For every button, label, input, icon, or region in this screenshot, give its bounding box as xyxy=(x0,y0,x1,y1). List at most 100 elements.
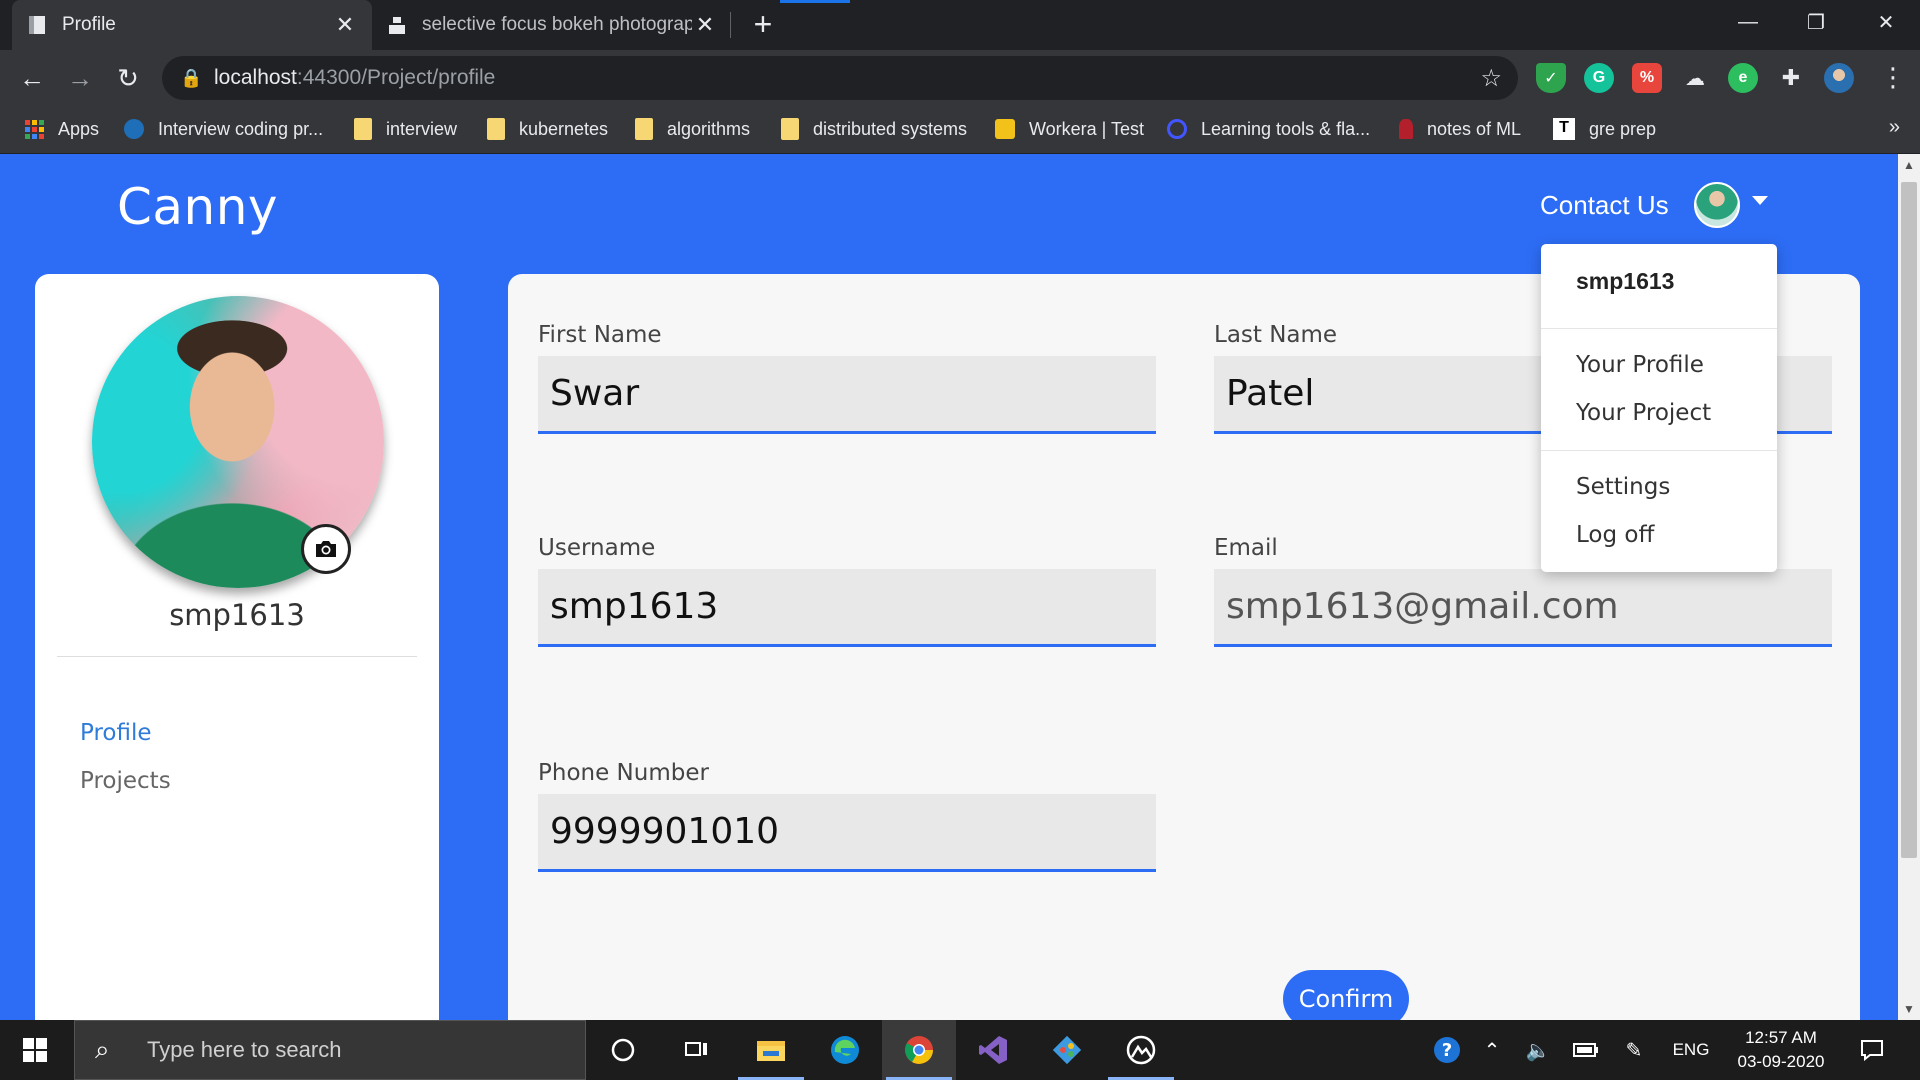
profile-avatar-icon[interactable] xyxy=(1824,63,1854,93)
brand-logo[interactable]: Canny xyxy=(117,178,278,236)
bookmark-notes-ml[interactable]: notes of ML xyxy=(1399,106,1521,152)
extensions-puzzle-icon[interactable]: ✚ xyxy=(1776,63,1806,93)
reload-icon[interactable]: ↻ xyxy=(110,60,146,96)
first-name-field[interactable] xyxy=(538,356,1156,434)
bookmark-label: Workera | Test xyxy=(1029,118,1145,139)
bookmark-label: Interview coding pr... xyxy=(158,118,324,139)
dropdown-divider xyxy=(1541,328,1777,329)
bookmark-learning-tools[interactable]: Learning tools & fla... xyxy=(1167,106,1370,152)
translate-extension-icon[interactable]: % xyxy=(1632,63,1662,93)
scroll-down-icon[interactable]: ▼ xyxy=(1898,998,1920,1020)
battery-icon[interactable] xyxy=(1566,1020,1606,1080)
evernote-extension-icon[interactable]: e xyxy=(1728,63,1758,93)
bookmark-label: gre prep xyxy=(1589,118,1657,139)
browser-menu-icon[interactable]: ⋮ xyxy=(1880,62,1906,93)
show-hidden-icons-icon[interactable]: ⌃ xyxy=(1474,1020,1510,1080)
system-clock[interactable]: 12:57 AM 03-09-2020 xyxy=(1726,1026,1836,1074)
bookmark-kubernetes[interactable]: kubernetes xyxy=(487,106,608,152)
scroll-up-icon[interactable]: ▲ xyxy=(1898,154,1920,176)
dropdown-username: smp1613 xyxy=(1576,268,1675,294)
notifications-icon[interactable] xyxy=(1850,1020,1894,1080)
dropdown-divider xyxy=(1541,450,1777,451)
phone-label: Phone Number xyxy=(538,760,709,786)
cloud-extension-icon[interactable]: ☁ xyxy=(1680,63,1710,93)
caret-down-icon[interactable] xyxy=(1752,196,1768,205)
sidebar-item-profile[interactable]: Profile xyxy=(80,720,152,746)
browser-tab-strip: Profile ✕ selective focus bokeh photogra… xyxy=(0,0,1920,50)
tab-bokeh[interactable]: selective focus bokeh photograp ✕ xyxy=(372,0,732,50)
bookmark-workera[interactable]: Workera | Test xyxy=(995,106,1144,152)
bookmark-algorithms[interactable]: algorithms xyxy=(635,106,750,152)
git-tool-icon[interactable] xyxy=(1030,1020,1104,1080)
onenote-sync-icon[interactable] xyxy=(1104,1020,1178,1080)
tab-profile[interactable]: Profile ✕ xyxy=(12,0,372,50)
tab-close-icon[interactable]: ✕ xyxy=(692,12,718,38)
confirm-button[interactable]: Confirm xyxy=(1283,970,1409,1020)
search-icon: ⌕ xyxy=(95,1034,110,1064)
close-window-button[interactable]: ✕ xyxy=(1852,0,1920,44)
menu-item-settings[interactable]: Settings xyxy=(1576,474,1670,500)
chrome-icon[interactable] xyxy=(882,1020,956,1080)
url-host: localhost xyxy=(214,66,297,89)
menu-item-your-project[interactable]: Your Project xyxy=(1576,400,1711,426)
help-icon[interactable]: ? xyxy=(1428,1020,1466,1080)
file-explorer-icon[interactable] xyxy=(734,1020,808,1080)
bookmark-gre-prep[interactable]: T gre prep xyxy=(1553,106,1656,152)
shield-extension-icon[interactable]: ✓ xyxy=(1536,63,1566,93)
cortana-icon[interactable] xyxy=(586,1020,660,1080)
scroll-thumb[interactable] xyxy=(1901,182,1917,858)
bookmark-star-icon[interactable]: ☆ xyxy=(1480,64,1502,93)
folder-icon xyxy=(487,118,505,140)
url-path: :44300/Project/profile xyxy=(296,66,496,89)
back-arrow-icon[interactable]: ← xyxy=(14,60,50,96)
visual-studio-icon[interactable] xyxy=(956,1020,1030,1080)
menu-item-log-off[interactable]: Log off xyxy=(1576,522,1654,548)
folder-icon xyxy=(635,118,653,140)
camera-icon[interactable] xyxy=(301,524,351,574)
sidebar-item-projects[interactable]: Projects xyxy=(80,768,171,794)
edge-icon[interactable] xyxy=(808,1020,882,1080)
bookmark-label: Apps xyxy=(58,118,100,139)
bookmark-distributed-systems[interactable]: distributed systems xyxy=(781,106,967,152)
new-tab-button[interactable]: + xyxy=(748,6,778,43)
language-indicator[interactable]: ENG xyxy=(1664,1020,1718,1080)
bookmark-label: distributed systems xyxy=(813,118,968,139)
start-button[interactable] xyxy=(0,1020,70,1080)
contact-us-link[interactable]: Contact Us xyxy=(1540,190,1669,221)
quizlet-icon xyxy=(1167,119,1187,139)
tab-close-icon[interactable]: ✕ xyxy=(332,12,358,38)
bookmark-interview[interactable]: interview xyxy=(354,106,457,152)
folder-icon xyxy=(354,118,372,140)
browser-toolbar: ← → ↻ 🔒 localhost :44300/Project/profile… xyxy=(0,50,1920,106)
workera-icon xyxy=(995,119,1015,139)
forward-arrow-icon[interactable]: → xyxy=(62,60,98,96)
loading-indicator xyxy=(780,0,850,3)
volume-icon[interactable]: 🔈 xyxy=(1518,1020,1558,1080)
more-bookmarks-icon[interactable]: » xyxy=(1889,116,1900,139)
pen-icon[interactable]: ✎ xyxy=(1614,1020,1654,1080)
bookmark-apps[interactable]: Apps xyxy=(24,106,99,152)
profile-sidebar-card: smp1613 Profile Projects xyxy=(35,274,439,1020)
bookmark-label: notes of ML xyxy=(1427,118,1522,139)
clock-time: 12:57 AM xyxy=(1745,1028,1817,1047)
bookmark-interview-coding[interactable]: Interview coding pr... xyxy=(124,106,323,152)
address-bar[interactable]: 🔒 localhost :44300/Project/profile ☆ xyxy=(162,56,1518,100)
user-avatar[interactable] xyxy=(1694,182,1740,228)
restore-button[interactable]: ❐ xyxy=(1782,0,1850,44)
bookmarks-bar: Apps Interview coding pr... interview ku… xyxy=(0,106,1920,154)
grammarly-extension-icon[interactable]: G xyxy=(1584,63,1614,93)
unsplash-favicon-icon xyxy=(389,17,405,34)
page-favicon-icon xyxy=(29,16,45,34)
phone-field[interactable] xyxy=(538,794,1156,872)
task-view-icon[interactable] xyxy=(660,1020,734,1080)
username-field[interactable] xyxy=(538,569,1156,647)
notion-icon: T xyxy=(1553,118,1575,140)
menu-item-your-profile[interactable]: Your Profile xyxy=(1576,352,1704,378)
first-name-label: First Name xyxy=(538,322,662,348)
page-scrollbar[interactable]: ▲ ▼ xyxy=(1898,154,1920,1020)
apps-grid-icon xyxy=(25,120,44,139)
minimize-button[interactable]: — xyxy=(1714,0,1782,44)
bookmark-label: kubernetes xyxy=(519,118,609,139)
email-field[interactable] xyxy=(1214,569,1832,647)
taskbar-search-box[interactable]: ⌕ Type here to search xyxy=(74,1020,586,1080)
